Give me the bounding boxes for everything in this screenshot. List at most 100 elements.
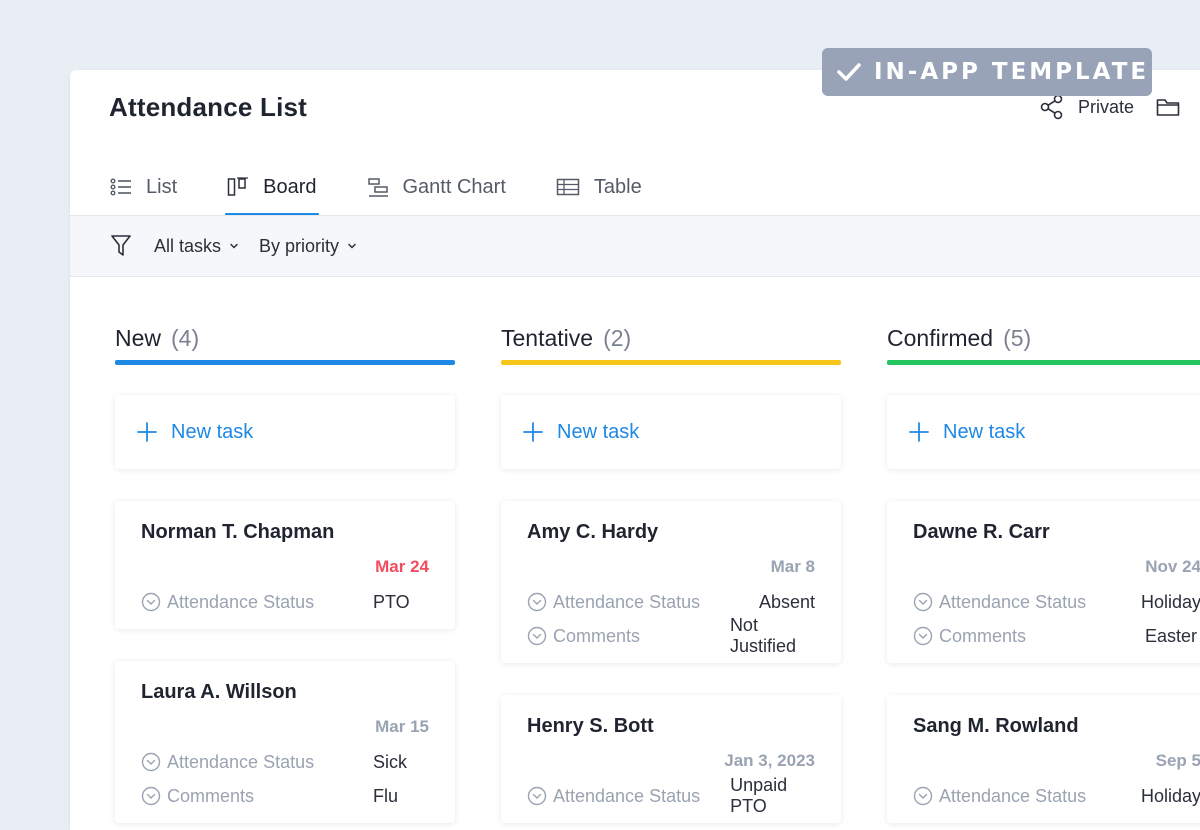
gantt-icon [367,177,389,197]
chevron-down-icon [229,242,239,250]
card-field: Attendance Status PTO [141,591,429,613]
field-value: Not Justified [729,615,796,656]
field-label: Comments [939,625,1027,646]
field-label: Attendance Status [167,751,315,772]
field-label: Attendance Status [553,591,701,612]
view-tabs: List Board Gantt Chart Table [110,158,692,216]
card-due-date: Jan 3, 2023 [724,751,815,770]
field-label: Attendance Status [167,591,315,612]
card-name: Laura A. Willson [141,681,297,703]
dropdown-label: All tasks [154,235,222,256]
circle-chevron-icon [141,786,161,806]
page-title: Attendance List [109,92,308,122]
field-label: Attendance Status [553,785,701,806]
card-field: Comments Flu [141,785,429,807]
tab-label: Table [593,175,642,198]
task-card[interactable]: Henry S. Bott Jan 3, 2023 Attendance Sta… [501,695,841,823]
board-icon [227,177,249,197]
card-due-date: Mar 15 [375,717,429,736]
field-label: Attendance Status [939,785,1087,806]
new-task-label: New task [943,420,1026,443]
column-new: New (4) New task Norman T. Chapman Mar 2… [115,316,455,823]
card-due-date: Mar 24 [375,557,429,576]
new-task-button[interactable]: New task [115,395,455,469]
field-value: Flu [373,785,399,806]
tab-label: Gantt Chart [402,175,506,198]
plus-icon [909,422,929,442]
task-card[interactable]: Amy C. Hardy Mar 8 Attendance Status Abs… [501,501,841,663]
by-priority-dropdown[interactable]: By priority [259,236,357,257]
field-value: Unpaid PTO [730,775,788,816]
column-color-bar [887,360,1200,365]
new-task-button[interactable]: New task [501,395,841,469]
column-count: (2) [603,324,632,351]
field-value: Holiday [1140,591,1200,612]
card-due-date: Nov 24 [1145,557,1200,576]
header-actions: Private [1040,94,1180,120]
filter-icon[interactable] [110,234,132,258]
column-header: New (4) [115,316,455,360]
column-title: New [115,324,162,351]
circle-chevron-icon [913,626,933,646]
privacy-label[interactable]: Private [1078,97,1134,118]
chevron-down-icon [347,242,357,250]
field-value: Sick [373,751,408,772]
folder-icon[interactable] [1156,97,1180,117]
card-name: Norman T. Chapman [141,521,335,543]
column-tentative: Tentative (2) New task Amy C. Hardy Mar … [501,316,841,823]
in-app-template-badge: IN-APP TEMPLATE [822,48,1152,96]
column-header: Confirmed (5) [887,316,1200,360]
tab-label: Board [263,175,317,198]
circle-chevron-icon [527,592,547,612]
tab-label: List [146,175,178,198]
tab-list[interactable]: List [110,158,177,216]
list-icon [110,177,132,197]
card-name: Sang M. Rowland [913,715,1079,737]
card-due-date: Mar 8 [770,557,815,576]
tab-board[interactable]: Board [225,158,319,216]
task-card[interactable]: Laura A. Willson Mar 15 Attendance Statu… [115,661,455,823]
app-panel: Attendance List Private List Board Gantt… [70,70,1200,830]
column-title: Tentative [501,324,594,351]
task-card[interactable]: Dawne R. Carr Nov 24 Attendance Status H… [887,501,1200,663]
circle-chevron-icon [527,626,547,646]
field-label: Attendance Status [939,591,1087,612]
column-color-bar [501,360,841,365]
column-confirmed: Confirmed (5) New task Dawne R. Carr Nov… [887,316,1200,823]
plus-icon [523,422,543,442]
circle-chevron-icon [913,786,933,806]
tab-gantt-chart[interactable]: Gantt Chart [367,158,506,216]
card-field: Comments Easter [913,625,1200,647]
card-field: Attendance Status Absent [527,591,815,613]
circle-chevron-icon [527,786,547,806]
field-value: Absent [758,591,815,612]
column-count: (5) [1003,324,1032,351]
card-field: Attendance Status Holiday [913,591,1200,613]
card-field: Attendance Status Unpaid PTO [527,775,815,816]
filter-bar: All tasks By priority [70,216,1200,277]
column-color-bar [115,360,455,365]
circle-chevron-icon [141,592,161,612]
task-card[interactable]: Norman T. Chapman Mar 24 Attendance Stat… [115,501,455,629]
field-label: Comments [167,785,255,806]
share-icon[interactable] [1040,94,1064,120]
field-label: Comments [553,625,641,646]
field-value: Easter [1145,625,1198,646]
card-field: Comments Not Justified [527,615,815,656]
column-header: Tentative (2) [501,316,841,360]
column-title: Confirmed [887,324,994,351]
all-tasks-dropdown[interactable]: All tasks [154,236,239,257]
card-name: Henry S. Bott [527,715,654,737]
circle-chevron-icon [141,752,161,772]
dropdown-label: By priority [259,235,340,256]
new-task-label: New task [171,420,254,443]
field-value: PTO [373,591,410,612]
tab-table[interactable]: Table [556,158,642,216]
card-name: Amy C. Hardy [527,521,659,543]
task-card[interactable]: Sang M. Rowland Sep 5 Attendance Status … [887,695,1200,823]
circle-chevron-icon [913,592,933,612]
badge-label: IN-APP TEMPLATE [874,59,1150,85]
field-value: Holiday [1140,785,1200,806]
card-due-date: Sep 5 [1155,751,1200,770]
new-task-button[interactable]: New task [887,395,1200,469]
